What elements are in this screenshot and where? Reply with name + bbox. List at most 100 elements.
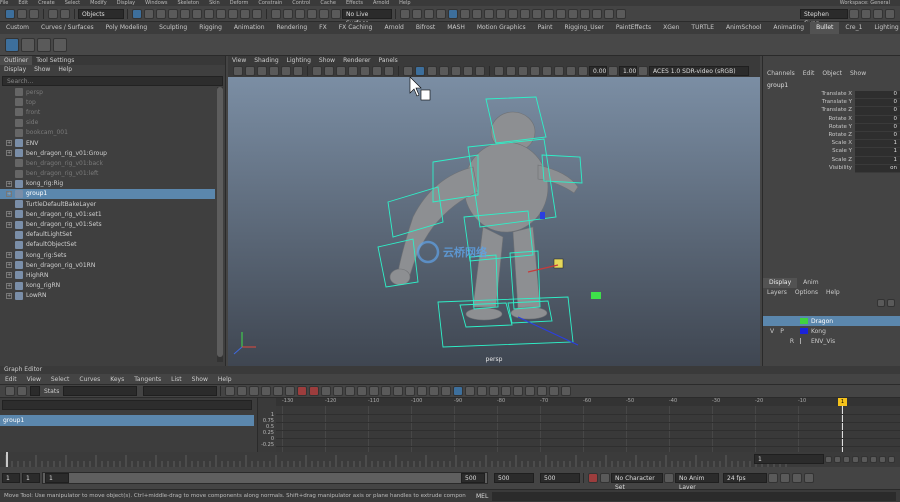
character-set-dropdown[interactable]: No Character Set — [611, 473, 663, 491]
trax-icon[interactable] — [592, 8, 602, 19]
outliner-item[interactable]: + kong_rig:Sets — [0, 250, 215, 260]
outliner-item[interactable]: defaultLightSet — [0, 230, 215, 240]
channel-attribute-row[interactable]: Translate X0 — [763, 91, 900, 100]
channel-attribute-value[interactable]: 0 — [855, 99, 900, 108]
playback-end-field[interactable]: 500 — [494, 473, 534, 483]
graph-area[interactable]: -130 -120 -110 -100 -90 -80 -70 -60 -50 -40 -30 -20… — [276, 398, 900, 452]
shelf-tab-painteffects[interactable]: PaintEffects — [610, 22, 657, 34]
shelf-tab-animschool[interactable]: AnimSchool — [720, 22, 767, 34]
image-plane-icon[interactable] — [269, 66, 279, 76]
misc-mask-icon[interactable] — [252, 8, 262, 19]
expand-icon[interactable]: + — [6, 150, 12, 157]
outliner-item[interactable]: + HighRN — [0, 270, 215, 280]
surface-mask-icon[interactable] — [204, 8, 214, 19]
render-mask-icon[interactable] — [240, 8, 250, 19]
mash-icon[interactable] — [556, 8, 566, 19]
command-input[interactable] — [492, 492, 896, 501]
shelf-tab-animating[interactable]: Animating — [767, 22, 810, 34]
channel-attribute-row[interactable]: Translate Z0 — [763, 107, 900, 116]
plateau-tangent-icon[interactable] — [285, 386, 296, 396]
curve-mask-icon[interactable] — [192, 8, 202, 19]
graph-menu-edit[interactable]: Edit — [0, 374, 22, 385]
graph-menu-keys[interactable]: Keys — [105, 374, 129, 385]
xgen-icon[interactable] — [544, 8, 554, 19]
uv-editor-icon[interactable] — [568, 8, 578, 19]
outliner-search-input[interactable]: Search... — [2, 76, 223, 86]
channel-attribute-value[interactable]: 0 — [855, 123, 900, 132]
graph-current-time-marker[interactable]: 1 — [838, 398, 847, 406]
layer-toggle-p[interactable]: P — [777, 328, 787, 335]
gamma-icon[interactable] — [608, 66, 618, 76]
2d-pan-zoom-icon[interactable] — [281, 66, 291, 76]
graph-icon[interactable] — [580, 8, 590, 19]
tab-anim-layers[interactable]: Anim — [797, 278, 824, 288]
save-scene-icon[interactable] — [29, 8, 39, 19]
toggle-channel-box-icon[interactable] — [885, 8, 895, 19]
dynamics-mask-icon[interactable] — [228, 8, 238, 19]
safe-action-icon[interactable] — [372, 66, 382, 76]
shelf-tab-motion-graphics[interactable]: Motion Graphics — [471, 22, 532, 34]
shelf-tab-rendering[interactable]: Rendering — [271, 22, 314, 34]
channel-attribute-row[interactable]: Rotate X0 — [763, 115, 900, 124]
outliner-item[interactable]: + ben_dragon_rig_v01:Group — [0, 148, 215, 158]
expand-icon[interactable]: + — [6, 262, 12, 269]
depth-of-field-icon[interactable] — [530, 66, 540, 76]
clamped-tangent-icon[interactable] — [237, 386, 248, 396]
viewport-menu-show[interactable]: Show — [315, 56, 339, 65]
handle-mask-icon[interactable] — [168, 8, 178, 19]
stats-value-field-2[interactable] — [143, 386, 218, 396]
outliner-menu-show[interactable]: Show — [30, 65, 54, 75]
retime-tool-icon[interactable] — [525, 386, 536, 396]
shelf-tab-animation[interactable]: Animation — [228, 22, 271, 34]
lattice-icon[interactable] — [537, 386, 548, 396]
channel-attribute-row[interactable]: Scale Z1 — [763, 156, 900, 165]
range-slider[interactable]: 1 500 — [42, 472, 488, 484]
wireframe-icon[interactable] — [403, 66, 413, 76]
channel-attribute-row[interactable]: Scale Y1 — [763, 148, 900, 157]
tab-tool-settings[interactable]: Tool Settings — [32, 56, 78, 65]
value-snap-icon[interactable] — [501, 386, 512, 396]
outliner-item[interactable]: + kong_rigRN — [0, 281, 215, 291]
default-material-icon[interactable] — [427, 66, 437, 76]
redo-icon[interactable] — [60, 8, 70, 19]
outliner-item[interactable]: + ben_dragon_rig_v01RN — [0, 260, 215, 270]
outliner-item[interactable]: front — [0, 107, 215, 117]
linear-tangent-icon[interactable] — [249, 386, 260, 396]
fps-dropdown[interactable]: 24 fps — [723, 473, 767, 483]
buffer-curve-icon[interactable] — [357, 386, 368, 396]
insert-key-icon[interactable] — [17, 386, 27, 396]
outliner-menu-help[interactable]: Help — [54, 65, 76, 75]
post-infinity-icon[interactable] — [417, 386, 428, 396]
free-tangent-weight-icon[interactable] — [321, 386, 332, 396]
trax-editor-icon[interactable] — [441, 386, 452, 396]
snap-live-icon[interactable] — [319, 8, 329, 19]
shelf-tool-2-icon[interactable] — [21, 37, 35, 52]
channel-attribute-row[interactable]: Rotate Y0 — [763, 123, 900, 132]
channel-attribute-value[interactable]: 1 — [855, 140, 900, 149]
expand-icon[interactable]: + — [6, 272, 12, 279]
layer-toggle-r[interactable]: R — [787, 338, 797, 345]
wireframe-on-shaded-icon[interactable] — [439, 66, 449, 76]
channel-menu-edit[interactable]: Edit — [799, 68, 819, 80]
range-slider-start-handle[interactable]: 1 — [45, 473, 69, 483]
break-tangents-icon[interactable] — [297, 386, 308, 396]
keying-icon[interactable] — [588, 473, 598, 483]
go-to-start-icon[interactable] — [825, 455, 832, 463]
outliner-item[interactable]: ben_dragon_rig_v01:back — [0, 158, 215, 168]
viewport-menu-lighting[interactable]: Lighting — [283, 56, 315, 65]
settings-icon[interactable] — [849, 8, 859, 19]
layer-row[interactable]: V P Kong — [763, 326, 900, 336]
stacked-curves-icon[interactable] — [453, 386, 464, 396]
graph-menu-curves[interactable]: Curves — [74, 374, 105, 385]
new-layer-selected-icon[interactable] — [887, 298, 895, 307]
viewport-scene[interactable]: 云桥网络 persp — [228, 77, 760, 366]
new-layer-icon[interactable] — [877, 298, 885, 307]
graph-menu-list[interactable]: List — [166, 374, 187, 385]
resolution-gate-icon[interactable] — [336, 66, 346, 76]
grease-pencil-icon[interactable] — [293, 66, 303, 76]
animation-start-field[interactable]: 1 — [2, 473, 20, 483]
pose-editor-icon[interactable] — [616, 8, 626, 19]
graph-menu-select[interactable]: Select — [46, 374, 75, 385]
shelf-tab-poly-modeling[interactable]: Poly Modeling — [100, 22, 154, 34]
channel-attribute-value[interactable]: 1 — [855, 156, 900, 165]
